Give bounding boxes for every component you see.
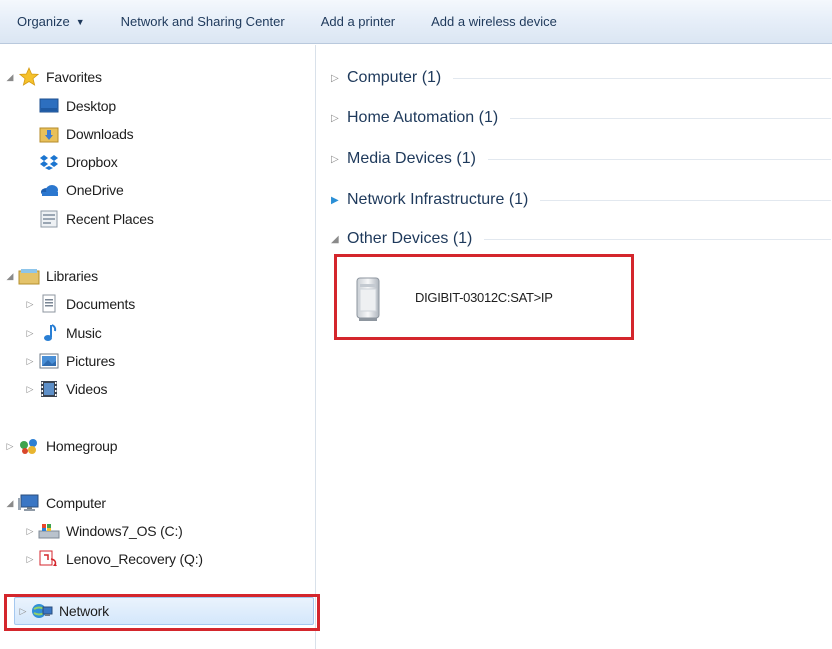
nav-documents-label: Documents <box>66 296 136 312</box>
device-name: DIGIBIT-03012C:SAT>IP <box>415 290 553 305</box>
group-divider <box>487 158 831 160</box>
group-divider <box>540 199 831 201</box>
add-printer-button[interactable]: Add a printer <box>321 14 395 29</box>
caret-down-icon: ▼ <box>75 16 85 27</box>
nav-pictures[interactable]: ▷ Pictures <box>24 349 116 373</box>
nav-computer[interactable]: ◢ Computer <box>4 491 106 515</box>
nav-dropbox-label: Dropbox <box>66 154 118 170</box>
expanded-arrow-icon[interactable]: ◢ <box>4 72 16 83</box>
group-divider <box>484 238 831 240</box>
group-header-home-automation[interactable]: ▷ Home Automation (1) <box>331 105 831 131</box>
nav-onedrive[interactable]: OneDrive <box>38 178 124 202</box>
collapsed-arrow-icon[interactable]: ▷ <box>331 154 347 165</box>
add-wireless-device-button[interactable]: Add a wireless device <box>431 14 557 29</box>
group-title: Other Devices (1) <box>347 230 473 247</box>
collapsed-arrow-icon[interactable]: ▷ <box>24 554 36 565</box>
collapsed-arrow-icon[interactable]: ▶ <box>331 195 347 206</box>
nav-lenovo-recovery-drive[interactable]: ▷ Lenovo_Recovery (Q:) <box>24 547 203 571</box>
group-header-network-infrastructure[interactable]: ▶ Network Infrastructure (1) <box>331 187 831 213</box>
group-title: Media Devices (1) <box>347 150 476 167</box>
content-pane: ▷ Computer (1) ▷ Home Automation (1) ▷ M… <box>317 45 832 649</box>
star-icon <box>18 67 40 87</box>
collapsed-arrow-icon[interactable]: ▷ <box>4 441 16 452</box>
computer-icon <box>18 493 40 513</box>
group-divider <box>510 117 831 119</box>
collapsed-arrow-icon[interactable]: ▷ <box>24 299 36 310</box>
nav-desktop-label: Desktop <box>66 98 116 114</box>
collapsed-arrow-icon[interactable]: ▷ <box>24 384 36 395</box>
device-item[interactable]: DIGIBIT-03012C:SAT>IP <box>334 254 634 340</box>
group-header-computer[interactable]: ▷ Computer (1) <box>331 65 831 91</box>
group-title: Network Infrastructure (1) <box>347 191 529 208</box>
nav-videos[interactable]: ▷ Videos <box>24 377 108 401</box>
nav-onedrive-label: OneDrive <box>66 182 124 198</box>
expanded-arrow-icon[interactable]: ◢ <box>4 271 16 282</box>
organize-button[interactable]: Organize ▼ <box>17 14 85 29</box>
desktop-icon <box>38 96 60 116</box>
documents-icon <box>38 294 60 314</box>
nav-favorites-label: Favorites <box>46 69 102 85</box>
homegroup-icon <box>18 436 40 456</box>
nav-music[interactable]: ▷ Music <box>24 321 102 345</box>
nav-lenovo-recovery-label: Lenovo_Recovery (Q:) <box>66 551 203 567</box>
onedrive-icon <box>38 180 60 200</box>
nav-recent-places-label: Recent Places <box>66 211 154 227</box>
nav-documents[interactable]: ▷ Documents <box>24 292 135 316</box>
videos-icon <box>38 379 60 399</box>
nav-pictures-label: Pictures <box>66 353 115 369</box>
recovery-drive-icon <box>38 549 60 569</box>
nav-computer-label: Computer <box>46 495 106 511</box>
nav-windows-os-label: Windows7_OS (C:) <box>66 523 183 539</box>
music-icon <box>38 323 60 343</box>
expanded-arrow-icon[interactable]: ◢ <box>4 498 16 509</box>
nav-videos-label: Videos <box>66 381 108 397</box>
recent-places-icon <box>38 209 60 229</box>
nav-downloads[interactable]: Downloads <box>38 122 134 146</box>
collapsed-arrow-icon[interactable]: ▷ <box>331 73 347 84</box>
libraries-icon <box>18 266 40 286</box>
collapsed-arrow-icon[interactable]: ▷ <box>331 113 347 124</box>
group-title: Home Automation (1) <box>347 109 499 126</box>
group-header-media-devices[interactable]: ▷ Media Devices (1) <box>331 146 831 172</box>
navigation-pane: ◢ Favorites Desktop Downloads Dropbox On… <box>0 45 320 649</box>
collapsed-arrow-icon[interactable]: ▷ <box>24 356 36 367</box>
nav-libraries-label: Libraries <box>46 268 98 284</box>
nav-recent-places[interactable]: Recent Places <box>38 207 154 231</box>
network-sharing-center-button[interactable]: Network and Sharing Center <box>121 14 285 29</box>
command-bar: Organize ▼ Network and Sharing Center Ad… <box>0 0 832 44</box>
nav-libraries[interactable]: ◢ Libraries <box>4 264 98 288</box>
dropbox-icon <box>38 152 60 172</box>
nav-desktop[interactable]: Desktop <box>38 94 116 118</box>
highlight-box-network <box>4 594 320 631</box>
organize-label: Organize <box>17 14 70 29</box>
media-server-icon <box>353 274 383 324</box>
nav-favorites[interactable]: ◢ Favorites <box>4 65 102 89</box>
group-divider <box>453 77 831 79</box>
nav-music-label: Music <box>66 325 102 341</box>
expanded-arrow-icon[interactable]: ◢ <box>331 234 347 245</box>
collapsed-arrow-icon[interactable]: ▷ <box>24 328 36 339</box>
group-title: Computer (1) <box>347 69 442 86</box>
nav-dropbox[interactable]: Dropbox <box>38 150 118 174</box>
nav-homegroup[interactable]: ▷ Homegroup <box>4 434 118 458</box>
nav-downloads-label: Downloads <box>66 126 134 142</box>
nav-homegroup-label: Homegroup <box>46 438 118 454</box>
group-header-other-devices[interactable]: ◢ Other Devices (1) <box>331 226 831 252</box>
pictures-icon <box>38 351 60 371</box>
drive-icon <box>38 521 60 541</box>
collapsed-arrow-icon[interactable]: ▷ <box>24 526 36 537</box>
downloads-folder-icon <box>38 124 60 144</box>
nav-windows-os-drive[interactable]: ▷ Windows7_OS (C:) <box>24 519 183 543</box>
